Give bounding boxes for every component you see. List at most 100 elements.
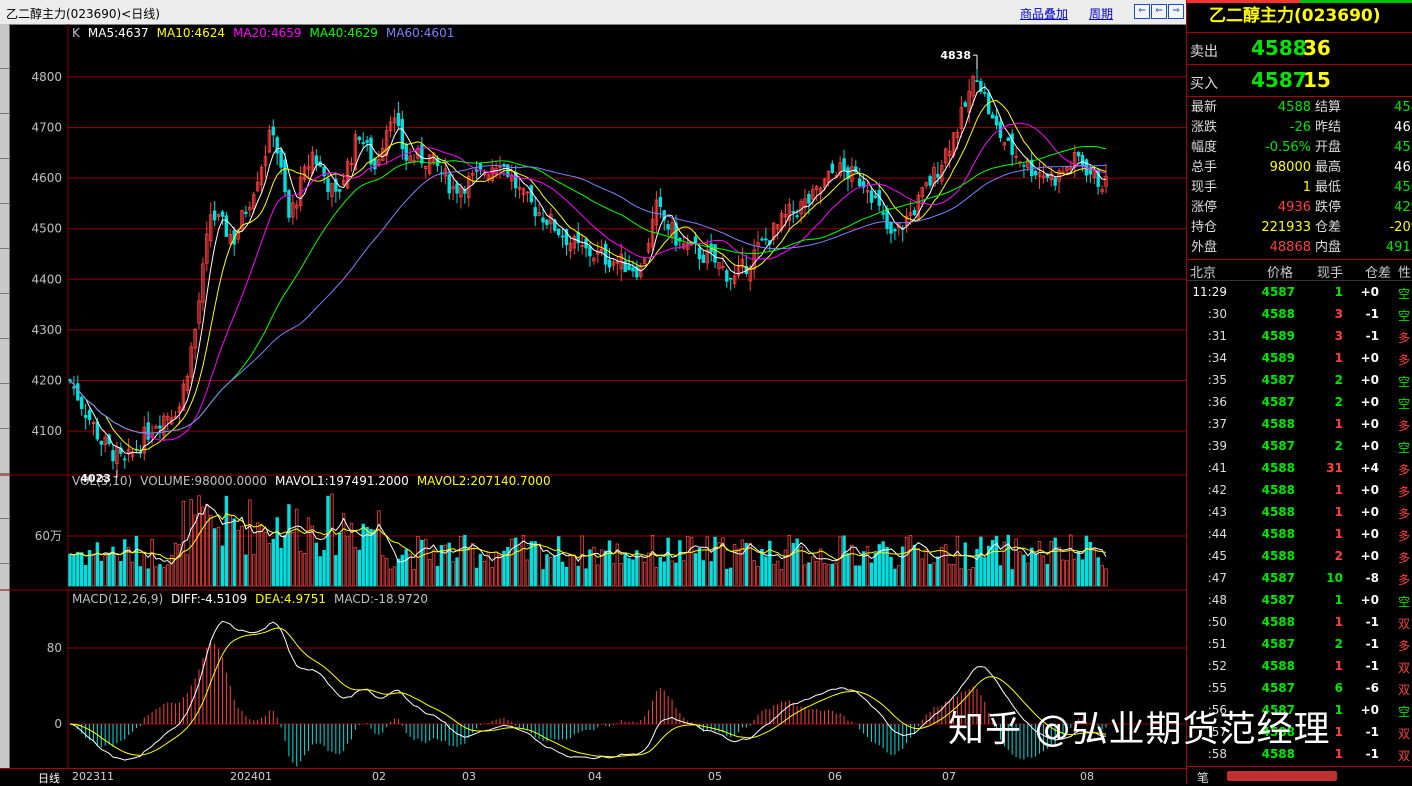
tick-row[interactable]: :30 4588 3 -1 空 bbox=[1187, 303, 1412, 325]
volume-bar bbox=[431, 549, 436, 587]
candle-body bbox=[1076, 152, 1081, 157]
volume-bar bbox=[295, 508, 299, 587]
tick-row[interactable]: :44 4588 1 +0 多 bbox=[1187, 523, 1412, 545]
volume-bars bbox=[68, 493, 1108, 587]
volume-bar bbox=[838, 536, 842, 587]
candle-body bbox=[357, 136, 361, 141]
volume-bar bbox=[1076, 551, 1081, 587]
stat-item: 外盘 48868 bbox=[1191, 238, 1311, 258]
volume-bar bbox=[498, 555, 502, 587]
tick-row[interactable]: :51 4587 2 -1 多 bbox=[1187, 633, 1412, 655]
date-tick: 04 bbox=[588, 770, 602, 783]
tick-oi-change: -1 bbox=[1365, 615, 1379, 629]
tick-row[interactable]: :48 4587 1 +0 空 bbox=[1187, 589, 1412, 611]
tick-row[interactable]: 11:29 4587 1 +0 空 bbox=[1187, 281, 1412, 303]
ask-row[interactable]: 卖出 4588 36 bbox=[1187, 33, 1412, 65]
tick-row[interactable]: :43 4588 1 +0 多 bbox=[1187, 501, 1412, 523]
period-link[interactable]: 周期 bbox=[1089, 5, 1113, 22]
ticks-header-volume: 现手 bbox=[1317, 266, 1344, 281]
tick-volume: 2 bbox=[1334, 439, 1343, 453]
tick-volume: 1 bbox=[1334, 505, 1343, 519]
tab-ticks[interactable]: 笔 bbox=[1197, 769, 1209, 784]
volume-bar bbox=[791, 542, 795, 587]
tick-oi-change: -1 bbox=[1365, 659, 1379, 673]
stat-item: 涨停 4936 bbox=[1191, 198, 1311, 218]
ma40-line bbox=[69, 146, 1107, 434]
tick-row[interactable]: :34 4589 1 +0 多 bbox=[1187, 347, 1412, 369]
candle-body bbox=[502, 163, 506, 166]
volume-bar bbox=[267, 542, 272, 587]
tick-row[interactable]: :45 4588 2 +0 多 bbox=[1187, 545, 1412, 567]
tick-row[interactable]: :47 4587 10 -8 多 bbox=[1187, 567, 1412, 589]
volume-bar bbox=[748, 542, 752, 587]
tick-row[interactable]: :36 4587 2 +0 空 bbox=[1187, 391, 1412, 413]
tick-row[interactable]: :42 4588 1 +0 多 bbox=[1187, 479, 1412, 501]
volume-bar bbox=[607, 540, 612, 587]
volume-bar bbox=[244, 554, 248, 587]
volume-bar bbox=[427, 558, 432, 587]
tick-row[interactable]: :37 4588 1 +0 多 bbox=[1187, 413, 1412, 435]
stat-value: 4588 bbox=[1277, 100, 1311, 115]
tick-price: 4587 bbox=[1261, 439, 1295, 453]
volume-bar bbox=[306, 517, 311, 587]
volume-bar bbox=[916, 547, 921, 587]
volume-bar bbox=[91, 553, 96, 587]
volume-bar bbox=[693, 553, 698, 587]
volume-bar bbox=[678, 540, 682, 587]
stat-item: 幅度 -0.56% bbox=[1191, 138, 1311, 158]
tick-row[interactable]: :41 4588 31 +4 多 bbox=[1187, 457, 1412, 479]
tick-price: 4588 bbox=[1261, 483, 1295, 497]
volume-bar bbox=[373, 529, 377, 587]
nav-back-icon[interactable]: ⇐ bbox=[1134, 4, 1150, 19]
tick-oi-change: -1 bbox=[1365, 329, 1379, 343]
tab-scroll[interactable] bbox=[1227, 771, 1337, 781]
tick-time: :51 bbox=[1207, 637, 1227, 651]
volume-bar bbox=[463, 534, 467, 587]
tick-row[interactable]: :55 4587 6 -6 双 bbox=[1187, 677, 1412, 699]
commodity-overlay-link[interactable]: 商品叠加 bbox=[1020, 5, 1068, 22]
candle-body bbox=[603, 243, 608, 265]
volume-bar bbox=[830, 563, 835, 587]
volume-bar bbox=[189, 499, 193, 587]
legend-item: MA20:4659 bbox=[233, 26, 301, 40]
volume-bar bbox=[1006, 534, 1010, 587]
volume-bar bbox=[674, 562, 678, 587]
tick-nature: 多 bbox=[1398, 419, 1411, 433]
stat-item: 仓差 -209 bbox=[1315, 218, 1412, 238]
volume-bar bbox=[670, 560, 674, 587]
volume-bar bbox=[1065, 560, 1069, 587]
volume-bar bbox=[134, 535, 139, 587]
tick-row[interactable]: :50 4588 1 -1 双 bbox=[1187, 611, 1412, 633]
tick-list[interactable]: 11:29 4587 1 +0 空:30 4588 3 -1 空:31 4589 3 -1 多:34 45… bbox=[1187, 281, 1412, 765]
nav-forward-icon[interactable]: ⇒ bbox=[1168, 4, 1184, 19]
volume-bar bbox=[259, 525, 264, 587]
legend-title: MACD(12,26,9) bbox=[72, 592, 163, 606]
candle-body bbox=[455, 183, 459, 194]
tick-time: :35 bbox=[1207, 373, 1227, 387]
price-tick-label: 4400 bbox=[31, 272, 62, 286]
date-tick: 06 bbox=[828, 770, 842, 783]
ma20-line bbox=[69, 122, 1107, 441]
volume-bar bbox=[357, 549, 361, 587]
volume-bar bbox=[1002, 541, 1007, 587]
candle-body bbox=[560, 235, 565, 238]
tick-volume: 1 bbox=[1334, 659, 1343, 673]
nav-back2-icon[interactable]: ⇐ bbox=[1151, 4, 1167, 19]
bid-volume: 15 bbox=[1303, 68, 1331, 92]
tick-row[interactable]: :35 4587 2 +0 空 bbox=[1187, 369, 1412, 391]
chart-area[interactable]: 4800 4700 4600 4500 4400 4300 4200 4100 80 0 60万… bbox=[0, 24, 1186, 768]
volume-bar bbox=[787, 534, 792, 587]
stat-label: 最高 bbox=[1315, 160, 1342, 175]
tick-row[interactable]: :31 4589 3 -1 多 bbox=[1187, 325, 1412, 347]
candle-body bbox=[111, 450, 115, 462]
tick-row[interactable]: :39 4587 2 +0 空 bbox=[1187, 435, 1412, 457]
tick-row[interactable]: :52 4588 1 -1 双 bbox=[1187, 655, 1412, 677]
volume-bar bbox=[353, 547, 358, 587]
volume-bar bbox=[654, 567, 659, 587]
candle-body bbox=[326, 178, 330, 192]
volume-bar bbox=[932, 562, 936, 587]
bid-row[interactable]: 买入 4587 15 bbox=[1187, 65, 1412, 97]
volume-bar bbox=[920, 558, 924, 587]
stat-label: 外盘 bbox=[1191, 240, 1218, 255]
candle-body bbox=[80, 397, 84, 410]
